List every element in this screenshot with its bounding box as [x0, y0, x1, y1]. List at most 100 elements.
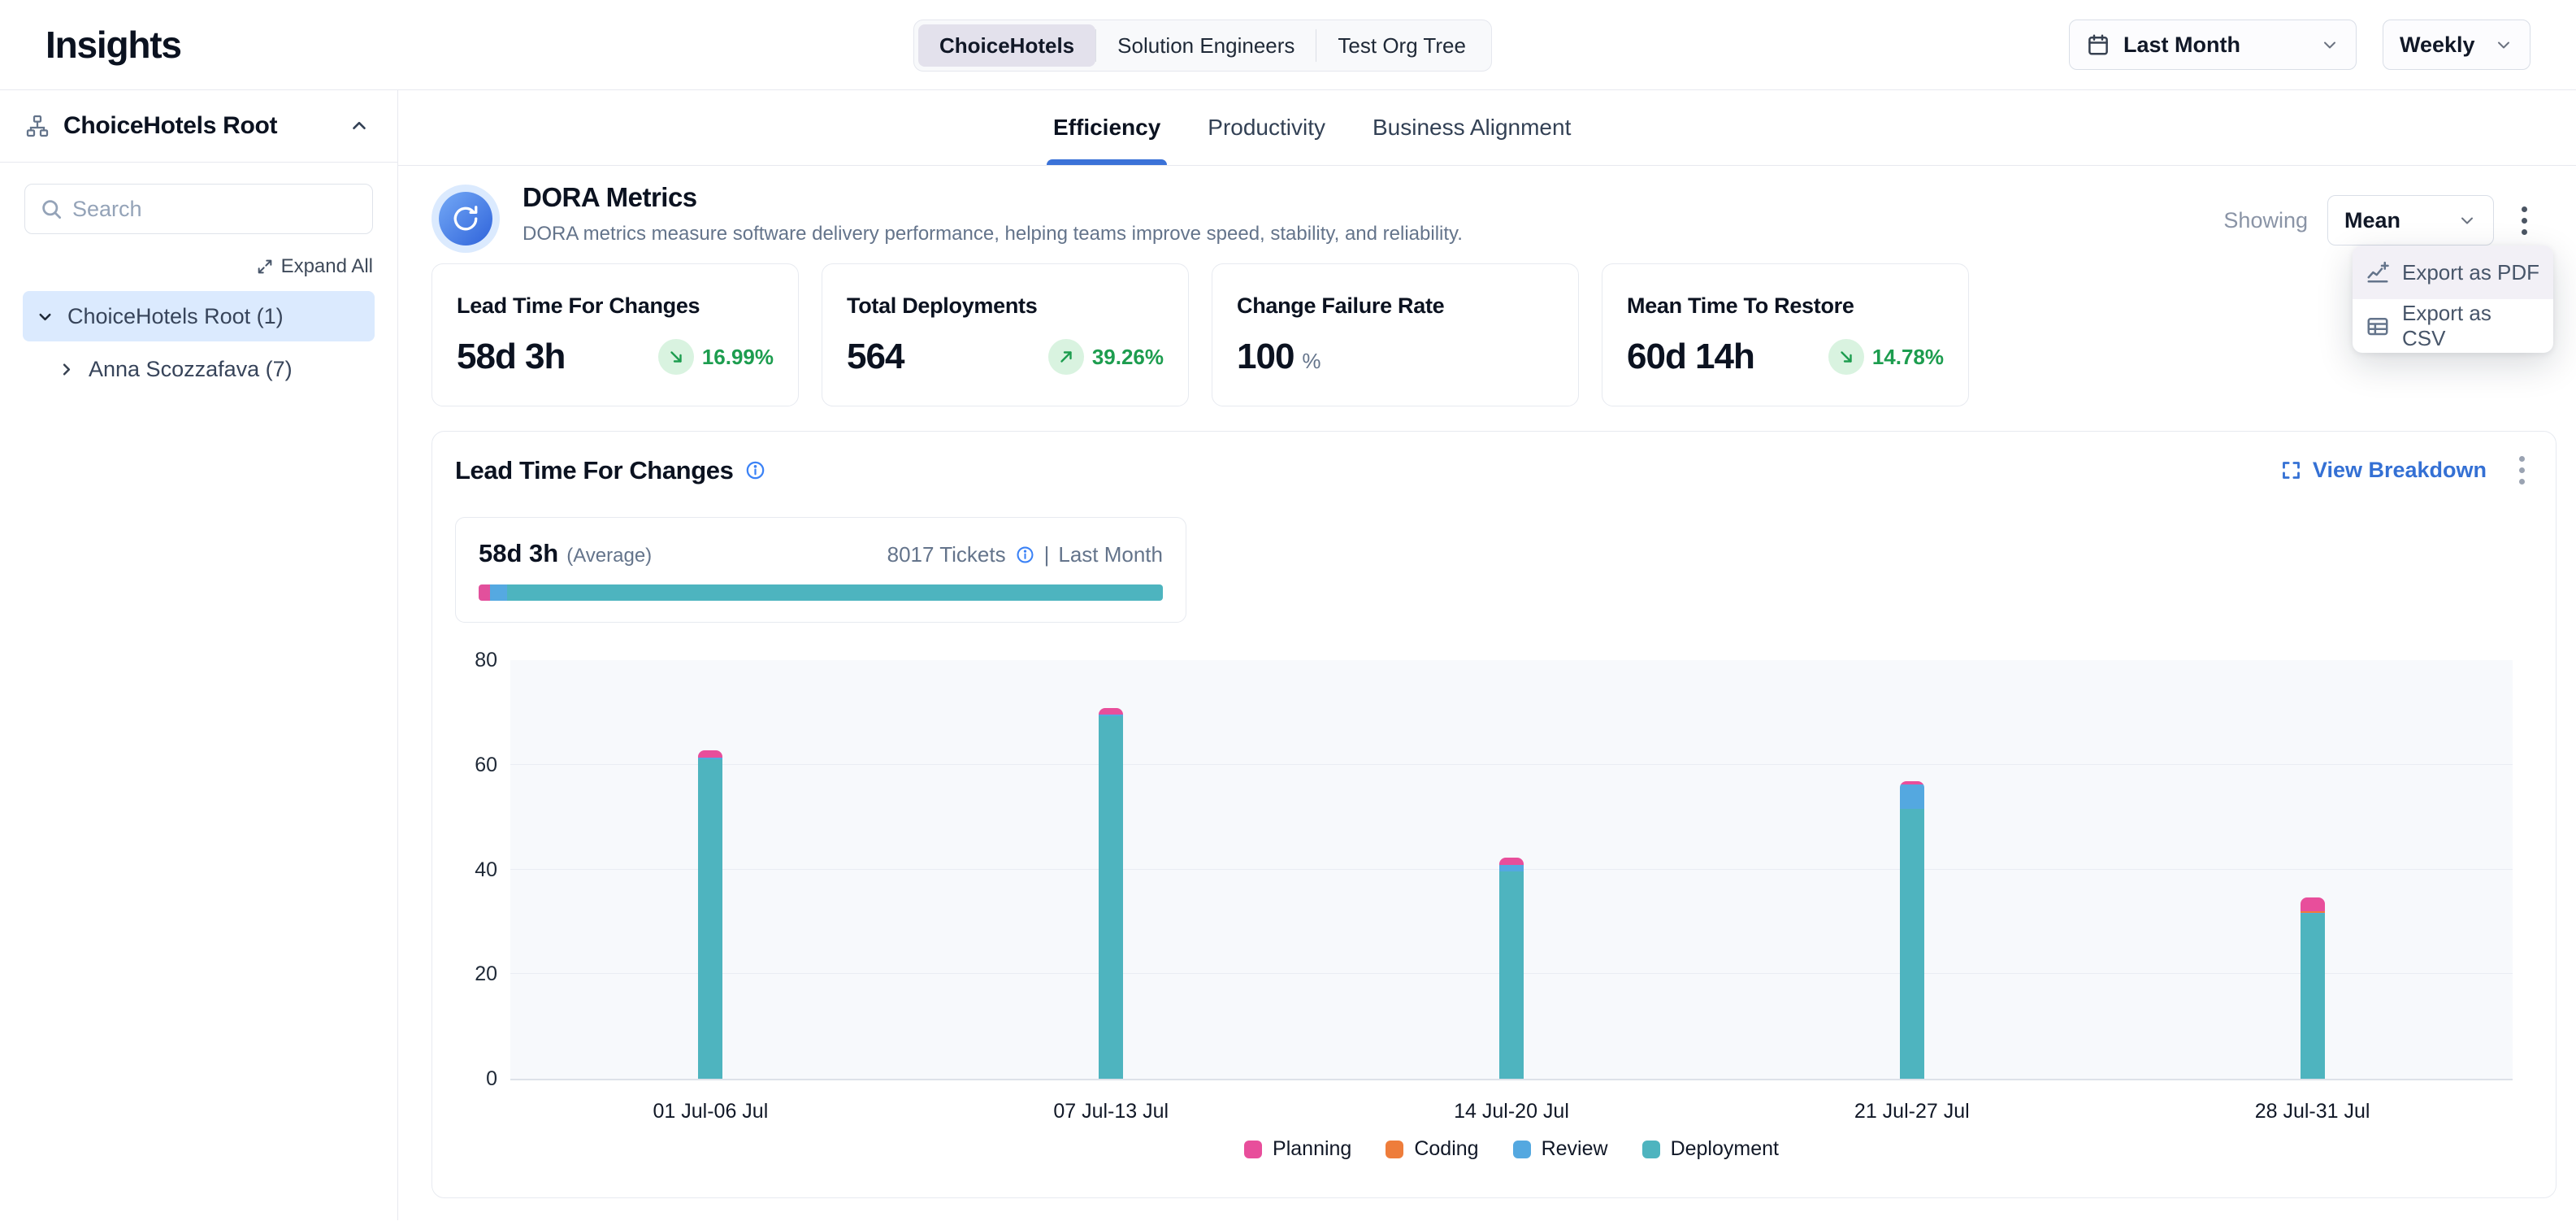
bar-segment-planning	[698, 750, 722, 758]
stat-value: 564	[847, 337, 904, 377]
dora-stat-cards: Lead Time For Changes 58d 3h 16.99%	[432, 263, 2556, 406]
expand-all-button[interactable]: Expand All	[0, 255, 397, 278]
dora-kebab-menu-button[interactable]	[2513, 200, 2535, 241]
average-value: 58d 3h	[479, 539, 558, 568]
y-tick-label-20: 20	[475, 962, 497, 986]
stat-card-total-deployments: Total Deployments 564 39.26%	[822, 263, 1189, 406]
legend-item-deployment[interactable]: Deployment	[1642, 1137, 1779, 1161]
tab-business-alignment[interactable]: Business Alignment	[1368, 90, 1576, 165]
legend-label: Planning	[1273, 1137, 1351, 1161]
org-tree: ChoiceHotels Root (1) Anna Scozzafava (7…	[0, 291, 397, 392]
dora-cycle-icon	[439, 192, 492, 246]
phase-progress-bar	[479, 584, 1163, 601]
org-tree-sidebar: ChoiceHotels Root Expand All	[0, 90, 398, 1220]
x-tick-label-2: 07 Jul-13 Jul	[1053, 1100, 1169, 1123]
granularity-select[interactable]: Weekly	[2383, 20, 2530, 70]
org-tab-choicehotels[interactable]: ChoiceHotels	[918, 24, 1095, 67]
stacked-bar-4[interactable]	[1900, 781, 1924, 1079]
legend-label: Coding	[1414, 1137, 1478, 1161]
legend-swatch-review	[1513, 1141, 1531, 1158]
stat-unit: %	[1302, 349, 1321, 374]
bar-plot	[510, 660, 2513, 1080]
bar-segment-planning	[1499, 858, 1524, 865]
lead-time-kebab-menu-button[interactable]	[2511, 450, 2533, 491]
stat-value: 60d 14h	[1627, 337, 1754, 377]
expand-all-label: Expand All	[281, 255, 373, 278]
export-as-csv-item[interactable]: Export as CSV	[2353, 299, 2553, 353]
tickets-count: 8017 Tickets	[887, 542, 1006, 567]
stat-value: 58d 3h	[457, 337, 565, 377]
legend-item-planning[interactable]: Planning	[1244, 1137, 1351, 1161]
legend-label: Deployment	[1671, 1137, 1779, 1161]
topbar-controls: Last Month Weekly	[2069, 20, 2530, 70]
insights-page: Insights ChoiceHotels Solution Engineers…	[0, 0, 2576, 1221]
tree-item-choicehotels-root[interactable]: ChoiceHotels Root (1)	[23, 291, 375, 341]
sidebar-title: ChoiceHotels Root	[63, 112, 332, 140]
chevron-up-icon[interactable]	[345, 112, 373, 140]
progress-segment-deployment	[507, 584, 1163, 601]
view-breakdown-label: View Breakdown	[2313, 458, 2487, 483]
showing-label: Showing	[2223, 208, 2308, 233]
granularity-value: Weekly	[2400, 33, 2475, 58]
x-tick-label-5: 28 Jul-31 Jul	[2255, 1100, 2370, 1123]
date-range-select[interactable]: Last Month	[2069, 20, 2357, 70]
stat-label: Change Failure Rate	[1237, 293, 1554, 319]
stacked-bar-3[interactable]	[1499, 858, 1524, 1079]
legend-item-review[interactable]: Review	[1513, 1137, 1608, 1161]
y-tick-label-80: 80	[475, 649, 497, 672]
tree-item-anna-scozzafava[interactable]: Anna Scozzafava (7)	[23, 346, 375, 392]
dora-header: DORA Metrics DORA metrics measure softwa…	[432, 182, 2556, 246]
legend-swatch-deployment	[1642, 1141, 1660, 1158]
legend-swatch-planning	[1244, 1141, 1262, 1158]
info-icon[interactable]	[744, 459, 766, 481]
x-axis: 01 Jul-06 Jul07 Jul-13 Jul14 Jul-20 Jul2…	[510, 1080, 2513, 1128]
stat-card-lead-time: Lead Time For Changes 58d 3h 16.99%	[432, 263, 799, 406]
search-input[interactable]	[24, 184, 373, 234]
org-segmented-control: ChoiceHotels Solution Engineers Test Org…	[913, 20, 1492, 72]
sidebar-search	[24, 184, 373, 234]
stat-card-change-failure-rate: Change Failure Rate 100 %	[1212, 263, 1579, 406]
chevron-down-icon	[2320, 35, 2340, 54]
arrow-down-right-icon	[1828, 339, 1864, 375]
bar-segment-deployment	[1099, 716, 1123, 1079]
stacked-bar-1[interactable]	[698, 750, 722, 1079]
aggregation-select[interactable]: Mean	[2327, 195, 2494, 246]
x-tick-label-1: 01 Jul-06 Jul	[653, 1100, 769, 1123]
table-icon	[2366, 314, 2390, 338]
efficiency-content: DORA Metrics DORA metrics measure softwa…	[398, 166, 2576, 1198]
expand-corners-icon	[2280, 459, 2302, 481]
stacked-bar-5[interactable]	[2301, 897, 2325, 1079]
chart-legend: Planning Coding Review Deployment	[510, 1137, 2513, 1161]
trend-value: 14.78%	[1872, 345, 1944, 370]
stacked-bar-2[interactable]	[1099, 708, 1123, 1079]
tab-efficiency[interactable]: Efficiency	[1048, 90, 1165, 165]
export-as-pdf-item[interactable]: Export as PDF	[2353, 246, 2553, 299]
chart-plus-icon	[2366, 260, 2390, 285]
org-tab-test-org-tree[interactable]: Test Org Tree	[1316, 24, 1487, 67]
view-breakdown-button[interactable]: View Breakdown	[2280, 458, 2487, 483]
topbar: Insights ChoiceHotels Solution Engineers…	[0, 0, 2576, 90]
y-tick-label-0: 0	[486, 1067, 497, 1091]
tab-productivity[interactable]: Productivity	[1203, 90, 1330, 165]
bar-segment-deployment	[1499, 871, 1524, 1079]
tree-item-label: Anna Scozzafava (7)	[89, 357, 293, 382]
lead-time-chart: 020406080 01 Jul-06 Jul07 Jul-13 Jul14 J…	[455, 660, 2533, 1161]
dora-description: DORA metrics measure software delivery p…	[523, 223, 1463, 246]
progress-segment-planning	[479, 584, 490, 601]
org-tab-solution-engineers[interactable]: Solution Engineers	[1096, 24, 1316, 67]
info-icon[interactable]	[1015, 545, 1035, 565]
legend-item-coding[interactable]: Coding	[1386, 1137, 1478, 1161]
stat-card-mean-time-to-restore: Mean Time To Restore 60d 14h 14.78%	[1602, 263, 1969, 406]
main-panel: Efficiency Productivity Business Alignme…	[398, 90, 2576, 1220]
date-range-value: Last Month	[2123, 33, 2240, 58]
chevron-down-icon	[2457, 211, 2477, 230]
lead-time-title: Lead Time For Changes	[455, 456, 733, 485]
x-tick-label-4: 21 Jul-27 Jul	[1854, 1100, 1970, 1123]
aggregation-value: Mean	[2344, 208, 2400, 233]
average-label: (Average)	[566, 545, 652, 567]
chevron-down-icon	[36, 307, 54, 326]
search-icon	[39, 197, 63, 221]
divider: |	[1044, 542, 1050, 567]
arrow-down-right-icon	[658, 339, 694, 375]
arrow-up-right-icon	[1048, 339, 1084, 375]
